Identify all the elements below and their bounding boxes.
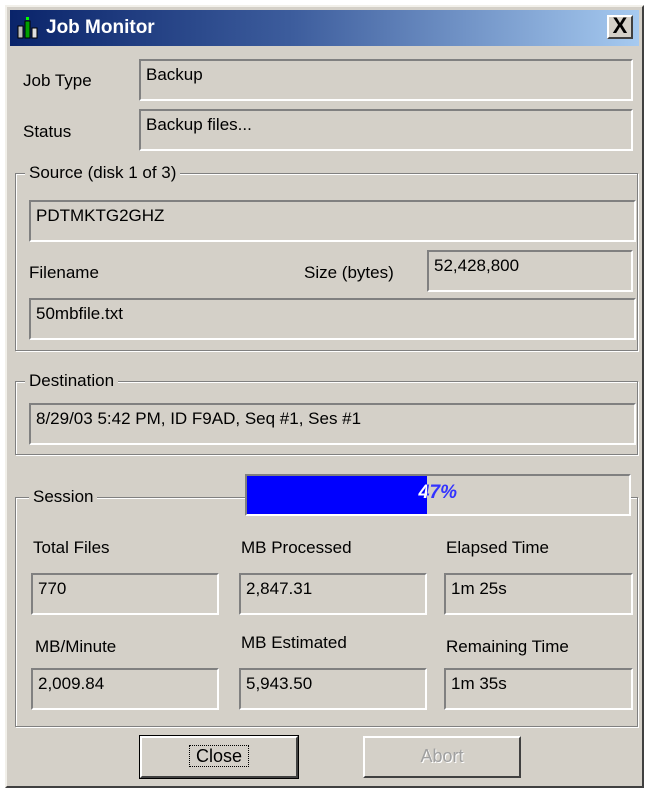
close-icon[interactable]: X (607, 15, 633, 39)
window-title: Job Monitor (46, 17, 155, 38)
job-type-label: Job Type (23, 71, 92, 90)
mb-processed-label: MB Processed (241, 538, 352, 557)
source-machine-field: PDTMKTG2GHZ (29, 200, 636, 242)
mb-minute-label: MB/Minute (35, 637, 117, 656)
elapsed-time-field: 1m 25s (444, 573, 633, 615)
job-monitor-window: Job Monitor X Job Type Backup Status Bac… (5, 5, 644, 788)
job-monitor-icon (17, 17, 38, 39)
remaining-time-label: Remaining Time (446, 637, 569, 656)
total-files-field: 770 (31, 573, 219, 615)
session-legend: Session (29, 487, 98, 507)
close-button-label: Close (188, 745, 250, 767)
destination-legend: Destination (25, 371, 119, 391)
progress-percent-text-inverse: 47% (247, 476, 426, 514)
title-bar[interactable]: Job Monitor X (10, 10, 639, 46)
session-progress-bar: 47% 47% (245, 474, 631, 516)
source-legend: Source (disk 1 of 3) (25, 163, 181, 183)
filename-label: Filename (29, 263, 99, 282)
abort-button-label: Abort (420, 746, 464, 766)
mb-processed-field: 2,847.31 (239, 573, 427, 615)
close-button[interactable]: Close (139, 735, 299, 779)
job-type-field: Backup (139, 59, 633, 101)
size-field: 52,428,800 (427, 250, 633, 292)
elapsed-time-label: Elapsed Time (446, 538, 549, 557)
destination-field: 8/29/03 5:42 PM, ID F9AD, Seq #1, Ses #1 (29, 403, 636, 445)
remaining-time-field: 1m 35s (444, 668, 633, 710)
mb-estimated-field: 5,943.50 (239, 668, 427, 710)
status-field: Backup files... (139, 109, 633, 151)
mb-estimated-label: MB Estimated (241, 633, 347, 652)
mb-minute-field: 2,009.84 (31, 668, 219, 710)
total-files-label: Total Files (33, 538, 110, 557)
filename-field: 50mbfile.txt (29, 298, 636, 340)
status-label: Status (23, 122, 72, 141)
size-label: Size (bytes) (304, 263, 394, 282)
abort-button[interactable]: Abort (363, 736, 521, 778)
